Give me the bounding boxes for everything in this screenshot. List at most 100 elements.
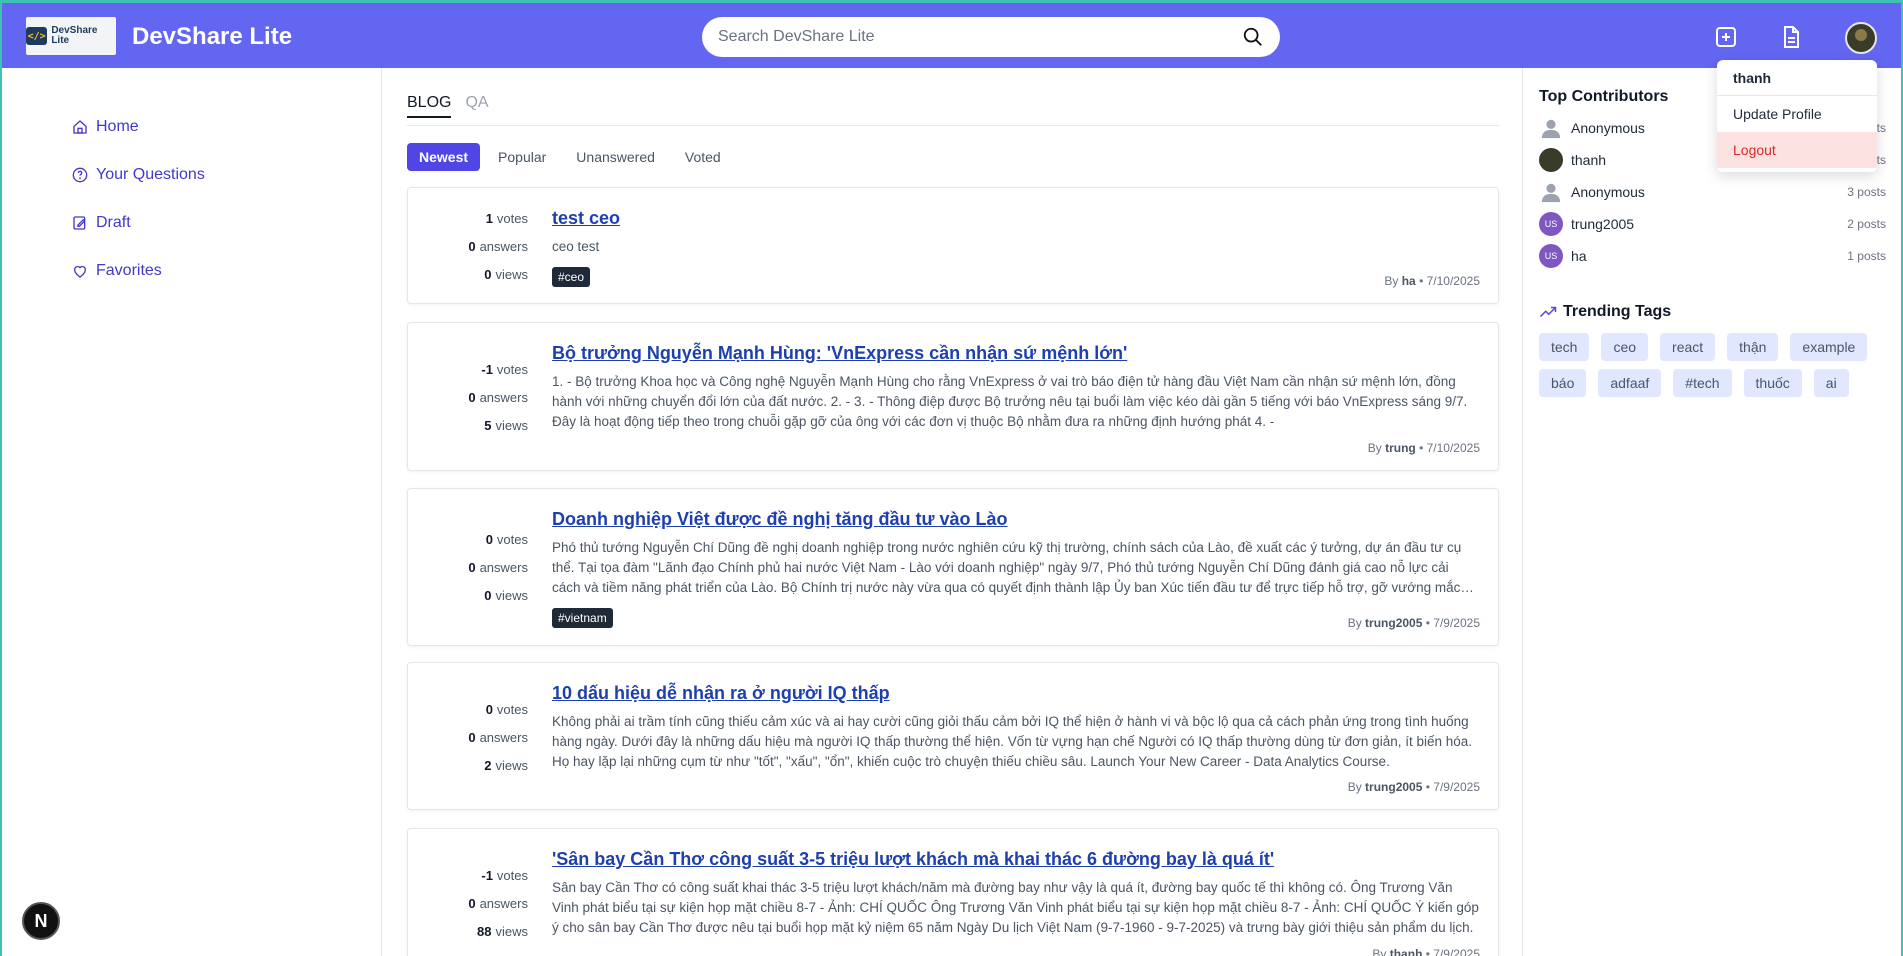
votes-label: votes bbox=[496, 361, 528, 377]
trending-tag[interactable]: react bbox=[1660, 333, 1716, 361]
post-author[interactable]: trung2005 bbox=[1365, 780, 1422, 794]
plus-square-icon[interactable] bbox=[1712, 23, 1740, 51]
vote-count: 0 bbox=[485, 701, 493, 717]
trending-tag[interactable]: ceo bbox=[1601, 333, 1649, 361]
logo-text: DevShare Lite bbox=[51, 25, 98, 46]
filter-unanswered[interactable]: Unanswered bbox=[564, 143, 667, 171]
anonymous-user-icon bbox=[1539, 116, 1563, 140]
post-date: 7/9/2025 bbox=[1433, 780, 1480, 794]
vote-count: 1 bbox=[485, 210, 493, 226]
post-date: 7/9/2025 bbox=[1433, 947, 1480, 956]
post-body: Bộ trưởng Nguyễn Mạnh Hùng: 'VnExpress c… bbox=[552, 343, 1480, 432]
post-meta: By trung • 7/10/2025 bbox=[1367, 441, 1480, 455]
filter-newest[interactable]: Newest bbox=[407, 143, 481, 171]
post-meta: By thanh • 7/9/2025 bbox=[1372, 947, 1480, 956]
post-title[interactable]: Doanh nghiệp Việt được đề nghị tăng đầu … bbox=[552, 509, 1480, 530]
trending-tag[interactable]: ai bbox=[1813, 369, 1849, 397]
sidebar-item-draft[interactable]: Draft bbox=[72, 214, 131, 232]
post-author[interactable]: trung2005 bbox=[1365, 616, 1422, 630]
answers-label: answers bbox=[479, 238, 528, 254]
vote-count: -1 bbox=[481, 361, 493, 377]
post-title[interactable]: 'Sân bay Cần Thơ công suất 3-5 triệu lượ… bbox=[552, 849, 1480, 870]
user-avatar[interactable] bbox=[1845, 22, 1877, 54]
app-logo[interactable]: </> DevShare Lite bbox=[26, 17, 116, 55]
document-icon[interactable] bbox=[1777, 23, 1805, 51]
post-date: 7/9/2025 bbox=[1433, 616, 1480, 630]
heart-icon bbox=[74, 265, 86, 278]
view-count: 5 bbox=[484, 417, 492, 433]
question-circle-icon bbox=[72, 167, 88, 183]
contributor-posts: 2 posts bbox=[1847, 217, 1886, 231]
search-input[interactable] bbox=[718, 28, 1242, 46]
sidebar-item-label: Home bbox=[96, 118, 139, 135]
tab-qa[interactable]: QA bbox=[465, 94, 488, 118]
post-meta: By ha • 7/10/2025 bbox=[1384, 274, 1480, 288]
tab-blog[interactable]: BLOG bbox=[407, 94, 452, 118]
contributor-item[interactable]: US ha 1 posts bbox=[1539, 240, 1886, 272]
edit-icon bbox=[73, 216, 86, 230]
trending-tag[interactable]: adfaaf bbox=[1598, 369, 1662, 397]
app-title[interactable]: DevShare Lite bbox=[132, 23, 292, 51]
views-label: views bbox=[495, 266, 528, 282]
trending-tag[interactable]: #tech bbox=[1673, 369, 1732, 397]
post-author[interactable]: ha bbox=[1402, 274, 1416, 288]
contributor-avatar: US bbox=[1539, 212, 1563, 236]
logout-item[interactable]: Logout bbox=[1717, 132, 1877, 168]
trending-tag[interactable]: tech bbox=[1539, 333, 1590, 361]
filter-popular[interactable]: Popular bbox=[486, 143, 558, 171]
post-author[interactable]: thanh bbox=[1390, 947, 1423, 956]
sidebar-item-label: Your Questions bbox=[96, 166, 205, 183]
contributor-posts: 1 posts bbox=[1847, 249, 1886, 263]
sidebar-item-favorites[interactable]: Favorites bbox=[72, 262, 162, 280]
dev-tools-badge[interactable]: N bbox=[22, 902, 60, 940]
search-icon[interactable] bbox=[1242, 26, 1264, 48]
post-title[interactable]: 10 dấu hiệu dễ nhận ra ở người IQ thấp bbox=[552, 683, 1480, 704]
by-label: By bbox=[1384, 274, 1399, 288]
vote-count: 0 bbox=[485, 531, 493, 547]
views-label: views bbox=[495, 757, 528, 773]
content-tabs: BLOG QA bbox=[407, 94, 1499, 126]
update-profile-item[interactable]: Update Profile bbox=[1717, 96, 1877, 132]
contributor-item[interactable]: US trung2005 2 posts bbox=[1539, 208, 1886, 240]
post-card: -1 votes 0 answers 88 views 'Sân bay Cần Th… bbox=[407, 828, 1499, 956]
by-label: By bbox=[1367, 441, 1382, 455]
post-tag[interactable]: #ceo bbox=[552, 267, 591, 287]
contributor-avatar: US bbox=[1539, 244, 1563, 268]
post-title[interactable]: test ceo bbox=[552, 208, 1480, 229]
answer-count: 0 bbox=[468, 729, 476, 745]
post-title[interactable]: Bộ trưởng Nguyễn Mạnh Hùng: 'VnExpress c… bbox=[552, 343, 1480, 364]
post-tag[interactable]: #vietnam bbox=[552, 608, 613, 628]
right-panel: Top Contributors Anonymous 3 posts thanh… bbox=[1522, 68, 1901, 956]
post-author[interactable]: trung bbox=[1385, 441, 1416, 455]
view-count: 0 bbox=[484, 266, 492, 282]
views-label: views bbox=[495, 417, 528, 433]
post-meta: By trung2005 • 7/9/2025 bbox=[1347, 616, 1480, 630]
trending-tag[interactable]: example bbox=[1790, 333, 1868, 361]
votes-label: votes bbox=[496, 531, 528, 547]
trending-tag[interactable]: thận bbox=[1727, 333, 1779, 361]
trending-tag[interactable]: báo bbox=[1539, 369, 1587, 397]
post-card: 1 votes 0 answers 0 views test ceo ceo test… bbox=[407, 187, 1499, 304]
contributor-name: ha bbox=[1571, 248, 1587, 264]
post-excerpt: 1. - Bộ trưởng Khoa học và Công nghệ Ngu… bbox=[552, 374, 1468, 429]
by-label: By bbox=[1347, 616, 1362, 630]
view-count: 2 bbox=[484, 757, 492, 773]
contributor-name: Anonymous bbox=[1571, 184, 1645, 200]
contributor-avatar bbox=[1539, 148, 1563, 172]
logo-mark: </> bbox=[26, 27, 48, 45]
sidebar-item-your-questions[interactable]: Your Questions bbox=[72, 166, 205, 184]
votes-label: votes bbox=[496, 210, 528, 226]
trending-tags-title: Trending Tags bbox=[1563, 303, 1672, 320]
post-stats: -1 votes 0 answers 88 views bbox=[428, 861, 528, 945]
answers-label: answers bbox=[479, 389, 528, 405]
contributor-item[interactable]: Anonymous 3 posts bbox=[1539, 176, 1886, 208]
answers-label: answers bbox=[479, 559, 528, 575]
filter-voted[interactable]: Voted bbox=[673, 143, 733, 171]
post-excerpt: Sân bay Cần Thơ có công suất khai thác 3… bbox=[552, 880, 1479, 935]
trending-tag[interactable]: thuốc bbox=[1743, 369, 1802, 397]
anonymous-user-icon bbox=[1539, 180, 1563, 204]
views-label: views bbox=[495, 587, 528, 603]
sidebar-item-home[interactable]: Home bbox=[72, 118, 139, 136]
post-body: 10 dấu hiệu dễ nhận ra ở người IQ thấp K… bbox=[552, 683, 1480, 772]
votes-label: votes bbox=[496, 867, 528, 883]
